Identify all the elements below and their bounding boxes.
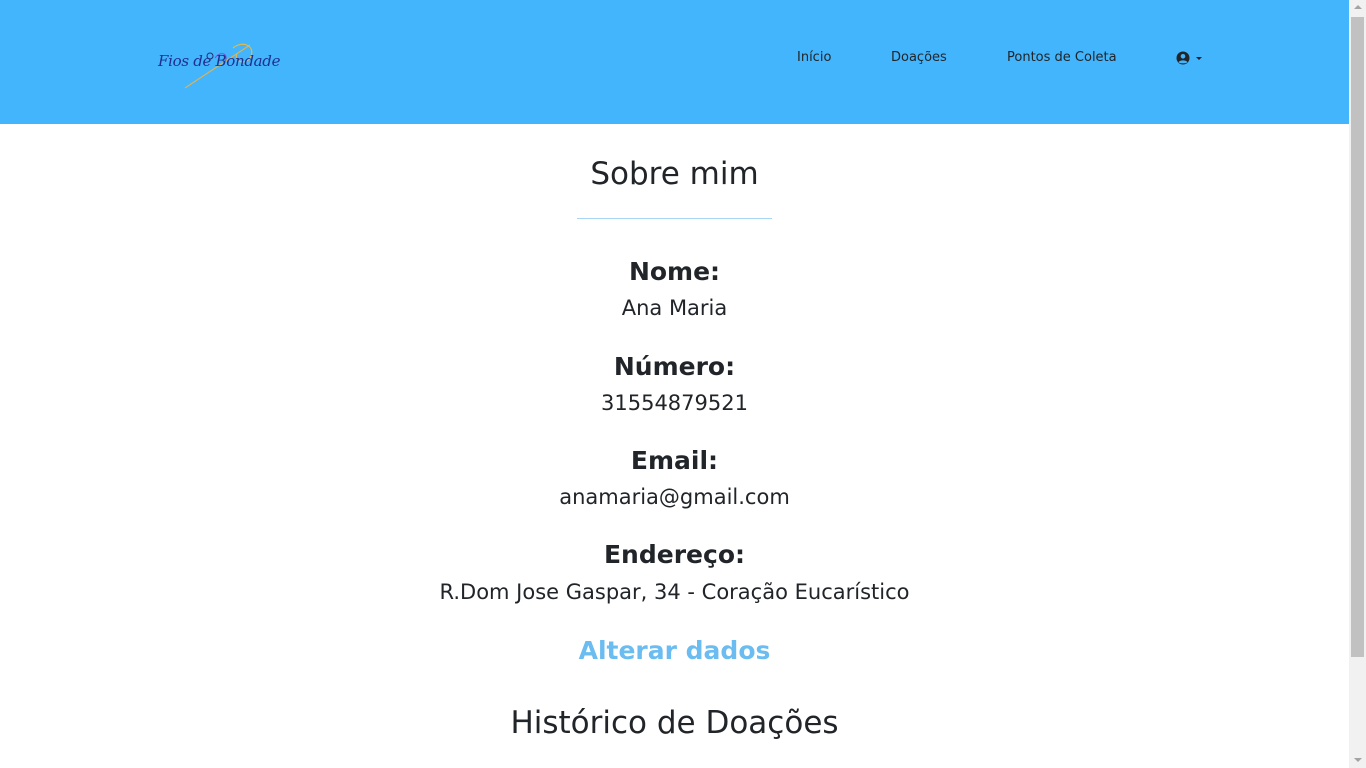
address-value: R.Dom Jose Gaspar, 34 - Coração Eucaríst… <box>439 580 910 604</box>
phone-value: 31554879521 <box>601 391 748 415</box>
email-label: Email: <box>630 446 719 475</box>
scroll-down-arrow-icon[interactable] <box>1354 758 1362 762</box>
donation-history-title: Histórico de Doações <box>510 705 839 741</box>
brand-logo[interactable]: Fios de Bondade <box>155 40 280 90</box>
user-menu-dropdown[interactable] <box>1176 51 1206 67</box>
title-divider <box>577 218 772 219</box>
email-value: anamaria@gmail.com <box>559 485 790 509</box>
scroll-up-arrow-icon[interactable] <box>1354 5 1362 9</box>
nav-link-inicio[interactable]: Início <box>797 50 831 65</box>
nav-link-pontos-de-coleta[interactable]: Pontos de Coleta <box>1007 50 1117 65</box>
phone-label: Número: <box>613 352 736 381</box>
edit-data-link[interactable]: Alterar dados <box>0 636 1349 665</box>
name-value: Ana Maria <box>621 296 728 320</box>
nav-link-doacoes[interactable]: Doações <box>891 50 947 65</box>
about-title: Sobre mim <box>590 156 759 192</box>
chevron-down-icon <box>1196 57 1202 60</box>
logo-text: Fios de Bondade <box>158 52 281 70</box>
page: Fios de Bondade Início Doações Pontos de… <box>0 0 1349 768</box>
user-circle-icon <box>1176 51 1190 65</box>
name-label: Nome: <box>628 257 721 286</box>
scrollbar-thumb[interactable] <box>1351 17 1364 657</box>
vertical-scrollbar[interactable] <box>1349 0 1366 768</box>
navbar: Fios de Bondade Início Doações Pontos de… <box>0 0 1349 124</box>
address-label: Endereço: <box>603 540 745 569</box>
